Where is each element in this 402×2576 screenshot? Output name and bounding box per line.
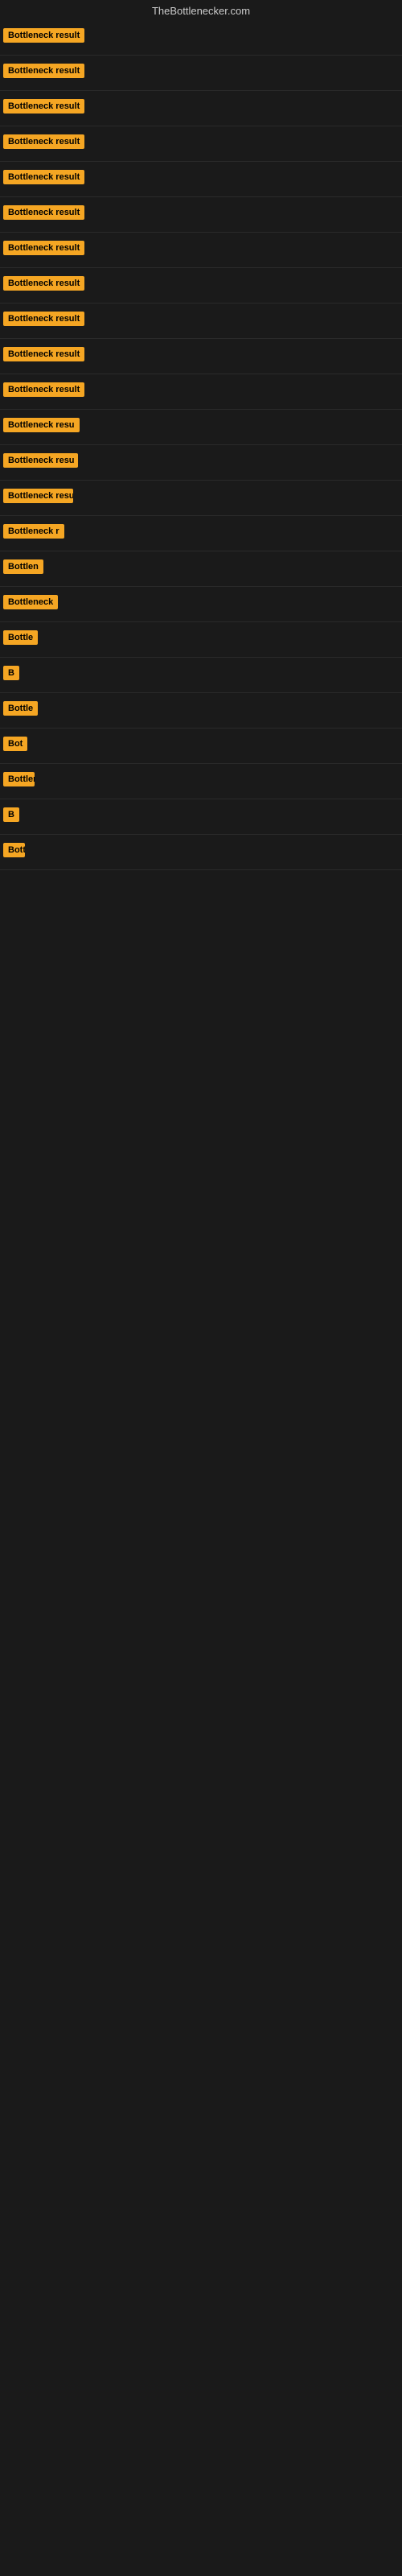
result-row-16: Bottlen <box>0 551 402 587</box>
bottleneck-badge-17[interactable]: Bottleneck <box>3 595 58 609</box>
result-row-19: B <box>0 658 402 693</box>
bottleneck-badge-16[interactable]: Bottlen <box>3 559 43 574</box>
result-row-10: Bottleneck result <box>0 339 402 374</box>
bottleneck-badge-6[interactable]: Bottleneck result <box>3 205 84 220</box>
bottleneck-badge-19[interactable]: B <box>3 666 19 680</box>
bottleneck-badge-24[interactable]: Bott <box>3 843 25 857</box>
result-row-21: Bot <box>0 729 402 764</box>
bottleneck-badge-3[interactable]: Bottleneck result <box>3 99 84 114</box>
page-wrapper: TheBottlenecker.com Bottleneck resultBot… <box>0 0 402 2576</box>
bottleneck-badge-20[interactable]: Bottle <box>3 701 38 716</box>
results-list: Bottleneck result Bottleneck result Bottle… <box>0 20 402 870</box>
result-row-20: Bottle <box>0 693 402 729</box>
bottleneck-badge-22[interactable]: Bottlene <box>3 772 35 786</box>
result-row-12: Bottleneck resu <box>0 410 402 445</box>
bottleneck-badge-8[interactable]: Bottleneck result <box>3 276 84 291</box>
bottleneck-badge-21[interactable]: Bot <box>3 737 27 751</box>
bottleneck-badge-18[interactable]: Bottle <box>3 630 38 645</box>
result-row-13: Bottleneck resu <box>0 445 402 481</box>
bottleneck-badge-9[interactable]: Bottleneck result <box>3 312 84 326</box>
bottleneck-badge-4[interactable]: Bottleneck result <box>3 134 84 149</box>
site-title: TheBottlenecker.com <box>0 0 402 20</box>
result-row-11: Bottleneck result <box>0 374 402 410</box>
bottleneck-badge-14[interactable]: Bottleneck resu <box>3 489 73 503</box>
result-row-5: Bottleneck result <box>0 162 402 197</box>
bottleneck-badge-2[interactable]: Bottleneck result <box>3 64 84 78</box>
result-row-9: Bottleneck result <box>0 303 402 339</box>
result-row-18: Bottle <box>0 622 402 658</box>
bottleneck-badge-23[interactable]: B <box>3 807 19 822</box>
result-row-17: Bottleneck <box>0 587 402 622</box>
bottleneck-badge-5[interactable]: Bottleneck result <box>3 170 84 184</box>
result-row-7: Bottleneck result <box>0 233 402 268</box>
result-row-6: Bottleneck result <box>0 197 402 233</box>
bottleneck-badge-13[interactable]: Bottleneck resu <box>3 453 78 468</box>
result-row-14: Bottleneck resu <box>0 481 402 516</box>
result-row-22: Bottlene <box>0 764 402 799</box>
result-row-24: Bott <box>0 835 402 870</box>
result-row-1: Bottleneck result <box>0 20 402 56</box>
result-row-3: Bottleneck result <box>0 91 402 126</box>
bottleneck-badge-10[interactable]: Bottleneck result <box>3 347 84 361</box>
result-row-8: Bottleneck result <box>0 268 402 303</box>
result-row-2: Bottleneck result <box>0 56 402 91</box>
bottleneck-badge-1[interactable]: Bottleneck result <box>3 28 84 43</box>
result-row-23: B <box>0 799 402 835</box>
bottleneck-badge-15[interactable]: Bottleneck r <box>3 524 64 539</box>
result-row-4: Bottleneck result <box>0 126 402 162</box>
bottleneck-badge-7[interactable]: Bottleneck result <box>3 241 84 255</box>
bottleneck-badge-11[interactable]: Bottleneck result <box>3 382 84 397</box>
result-row-15: Bottleneck r <box>0 516 402 551</box>
bottleneck-badge-12[interactable]: Bottleneck resu <box>3 418 80 432</box>
